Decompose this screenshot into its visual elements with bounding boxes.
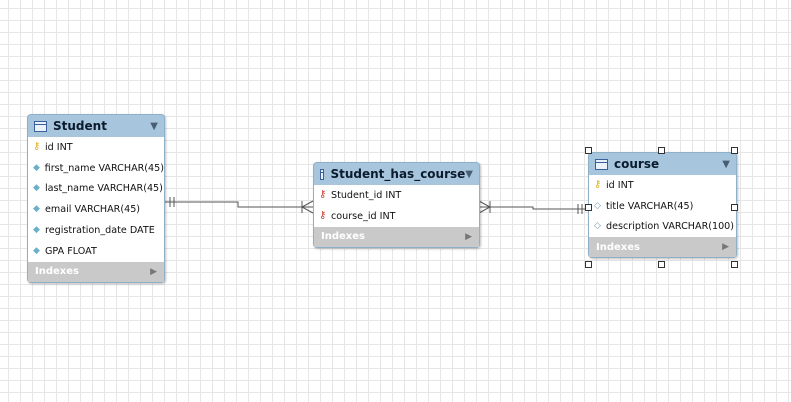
column-list: ⚷ id INT ◆ first_name VARCHAR(45) ◆ last… — [28, 137, 164, 262]
column-row[interactable]: ⚷ id INT — [28, 137, 164, 158]
column-label: last_name VARCHAR(45) — [45, 183, 163, 195]
collapse-arrow-icon[interactable]: ▼ — [722, 159, 730, 170]
column-label: first_name VARCHAR(45) — [44, 162, 164, 174]
column-row[interactable]: ⚷ Student_id INT — [314, 185, 479, 206]
relationship-course-to-student-has-course[interactable] — [478, 200, 588, 214]
primary-key-icon: ⚷ — [594, 179, 602, 191]
column-row[interactable]: ◆ last_name VARCHAR(45) — [28, 179, 164, 200]
column-label: id INT — [606, 179, 634, 191]
table-header[interactable]: Student ▼ — [28, 115, 164, 137]
table-student-has-course[interactable]: Student_has_course ▼ ⚷ Student_id INT ⚷ … — [313, 162, 480, 248]
nullable-column-icon: ◇ — [594, 221, 601, 232]
column-icon: ◆ — [33, 204, 40, 215]
column-label: email VARCHAR(45) — [45, 204, 141, 216]
resize-handle-bottom-left[interactable] — [585, 261, 592, 268]
table-title: Student_has_course — [330, 167, 466, 181]
table-icon — [320, 168, 325, 180]
resize-handle-middle-right[interactable] — [731, 204, 738, 211]
expand-arrow-icon[interactable]: ▶ — [150, 267, 157, 277]
collapse-arrow-icon[interactable]: ▼ — [465, 169, 473, 180]
indexes-section[interactable]: Indexes ▶ — [589, 237, 736, 258]
foreign-key-icon: ⚷ — [319, 210, 327, 222]
column-label: id INT — [45, 141, 73, 153]
indexes-label: Indexes — [596, 241, 640, 253]
expand-arrow-icon[interactable]: ▶ — [722, 242, 729, 252]
column-icon: ◆ — [33, 225, 40, 236]
column-row[interactable]: ⚷ id INT — [589, 175, 736, 196]
primary-key-icon: ⚷ — [33, 141, 41, 153]
foreign-key-icon: ⚷ — [319, 189, 327, 201]
column-icon: ◆ — [33, 245, 40, 256]
indexes-section[interactable]: Indexes ▶ — [28, 261, 164, 282]
resize-handle-top-center[interactable] — [658, 147, 665, 154]
column-label: description VARCHAR(100) — [606, 221, 735, 233]
column-row[interactable]: ◆ first_name VARCHAR(45) — [28, 158, 164, 179]
table-header[interactable]: course ▼ — [589, 153, 736, 175]
column-row[interactable]: ◇ description VARCHAR(100) — [589, 217, 736, 238]
column-row[interactable]: ⚷ course_id INT — [314, 206, 479, 227]
table-title: course — [614, 157, 660, 171]
column-row[interactable]: ◇ title VARCHAR(45) — [589, 196, 736, 217]
column-list: ⚷ id INT ◇ title VARCHAR(45) ◇ descripti… — [589, 175, 736, 238]
resize-handle-bottom-center[interactable] — [658, 261, 665, 268]
column-row[interactable]: ◆ GPA FLOAT — [28, 241, 164, 262]
table-course[interactable]: course ▼ ⚷ id INT ◇ title VARCHAR(45) ◇ … — [588, 152, 737, 259]
table-title: Student — [53, 119, 107, 133]
resize-handle-bottom-right[interactable] — [731, 261, 738, 268]
column-icon: ◆ — [33, 183, 40, 194]
column-row[interactable]: ◆ registration_date DATE — [28, 220, 164, 241]
collapse-arrow-icon[interactable]: ▼ — [150, 121, 158, 132]
table-icon — [595, 158, 608, 170]
table-header[interactable]: Student_has_course ▼ — [314, 163, 479, 185]
indexes-section[interactable]: Indexes ▶ — [314, 226, 479, 247]
table-icon — [34, 120, 47, 132]
column-label: registration_date DATE — [45, 225, 155, 237]
nullable-column-icon: ◇ — [594, 200, 601, 211]
column-row[interactable]: ◆ email VARCHAR(45) — [28, 199, 164, 220]
resize-handle-top-left[interactable] — [585, 147, 592, 154]
indexes-label: Indexes — [35, 266, 79, 278]
column-label: title VARCHAR(45) — [606, 200, 694, 212]
column-list: ⚷ Student_id INT ⚷ course_id INT — [314, 185, 479, 227]
column-label: GPA FLOAT — [45, 245, 97, 257]
expand-arrow-icon[interactable]: ▶ — [465, 232, 472, 242]
resize-handle-top-right[interactable] — [731, 147, 738, 154]
table-student[interactable]: Student ▼ ⚷ id INT ◆ first_name VARCHAR(… — [27, 114, 165, 283]
column-label: course_id INT — [331, 210, 396, 222]
indexes-label: Indexes — [321, 231, 365, 243]
resize-handle-middle-left[interactable] — [585, 204, 592, 211]
column-icon: ◆ — [33, 162, 40, 173]
relationship-student-to-student-has-course[interactable] — [164, 197, 314, 214]
column-label: Student_id INT — [331, 189, 402, 201]
